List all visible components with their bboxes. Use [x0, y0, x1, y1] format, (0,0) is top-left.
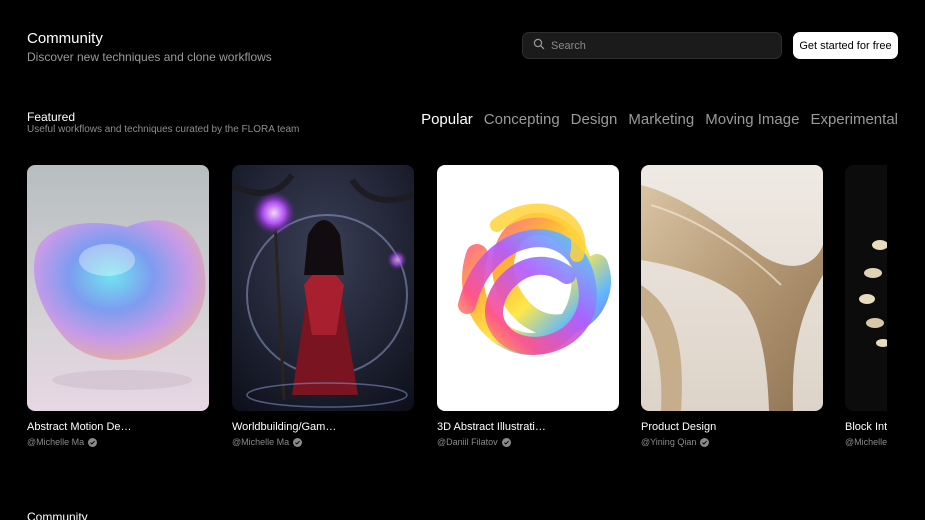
- workflow-card[interactable]: Block Intro @Michelle Ma: [845, 165, 887, 447]
- get-started-button[interactable]: Get started for free: [793, 32, 898, 59]
- card-author: @Michelle Ma: [232, 437, 414, 447]
- workflow-card[interactable]: Worldbuilding/Game … @Michelle Ma: [232, 165, 414, 447]
- search-icon: [533, 37, 551, 55]
- verified-badge-icon: [501, 437, 511, 447]
- workflow-card[interactable]: Abstract Motion Desig… @Michelle Ma: [27, 165, 209, 447]
- search-bar[interactable]: [522, 32, 782, 59]
- featured-subtitle: Useful workflows and techniques curated …: [27, 124, 300, 135]
- tab-concepting[interactable]: Concepting: [484, 111, 560, 128]
- card-title: Worldbuilding/Game …: [232, 421, 342, 433]
- card-author: @Michelle Ma: [845, 437, 887, 447]
- featured-carousel: Abstract Motion Desig… @Michelle Ma Worl…: [27, 165, 887, 455]
- card-title: Product Design: [641, 421, 717, 433]
- tab-popular[interactable]: Popular: [421, 111, 473, 128]
- category-tabs: Popular Concepting Design Marketing Movi…: [421, 111, 898, 128]
- community-section-title: Community: [27, 510, 88, 520]
- search-input[interactable]: [551, 39, 751, 52]
- card-thumbnail[interactable]: [437, 165, 619, 411]
- card-author: @Michelle Ma: [27, 437, 209, 447]
- featured-title: Featured: [27, 110, 76, 124]
- card-thumbnail[interactable]: [641, 165, 823, 411]
- card-title: Block Intro: [845, 421, 887, 433]
- tab-marketing[interactable]: Marketing: [628, 111, 694, 128]
- tab-experimental[interactable]: Experimental: [810, 111, 898, 128]
- card-title: Abstract Motion Desig…: [27, 421, 137, 433]
- card-title: 3D Abstract Illustratio…: [437, 421, 547, 433]
- card-thumbnail[interactable]: [845, 165, 887, 411]
- card-author: @Daniil Filatov: [437, 437, 619, 447]
- page-subtitle: Discover new techniques and clone workfl…: [27, 50, 272, 64]
- verified-badge-icon: [88, 437, 98, 447]
- card-thumbnail[interactable]: [27, 165, 209, 411]
- verified-badge-icon: [700, 437, 710, 447]
- author-name: @Michelle Ma: [845, 437, 887, 447]
- author-name: @Daniil Filatov: [437, 437, 498, 447]
- card-thumbnail[interactable]: [232, 165, 414, 411]
- verified-badge-icon: [293, 437, 303, 447]
- page-title: Community: [27, 30, 103, 47]
- author-name: @Michelle Ma: [232, 437, 290, 447]
- workflow-card[interactable]: Product Design @Yining Qian: [641, 165, 823, 447]
- community-page: Community Discover new techniques and cl…: [0, 0, 925, 520]
- workflow-card[interactable]: 3D Abstract Illustratio… @Daniil Filatov: [437, 165, 619, 447]
- card-author: @Yining Qian: [641, 437, 823, 447]
- tab-design[interactable]: Design: [571, 111, 618, 128]
- author-name: @Michelle Ma: [27, 437, 85, 447]
- tab-moving-image[interactable]: Moving Image: [705, 111, 799, 128]
- author-name: @Yining Qian: [641, 437, 697, 447]
